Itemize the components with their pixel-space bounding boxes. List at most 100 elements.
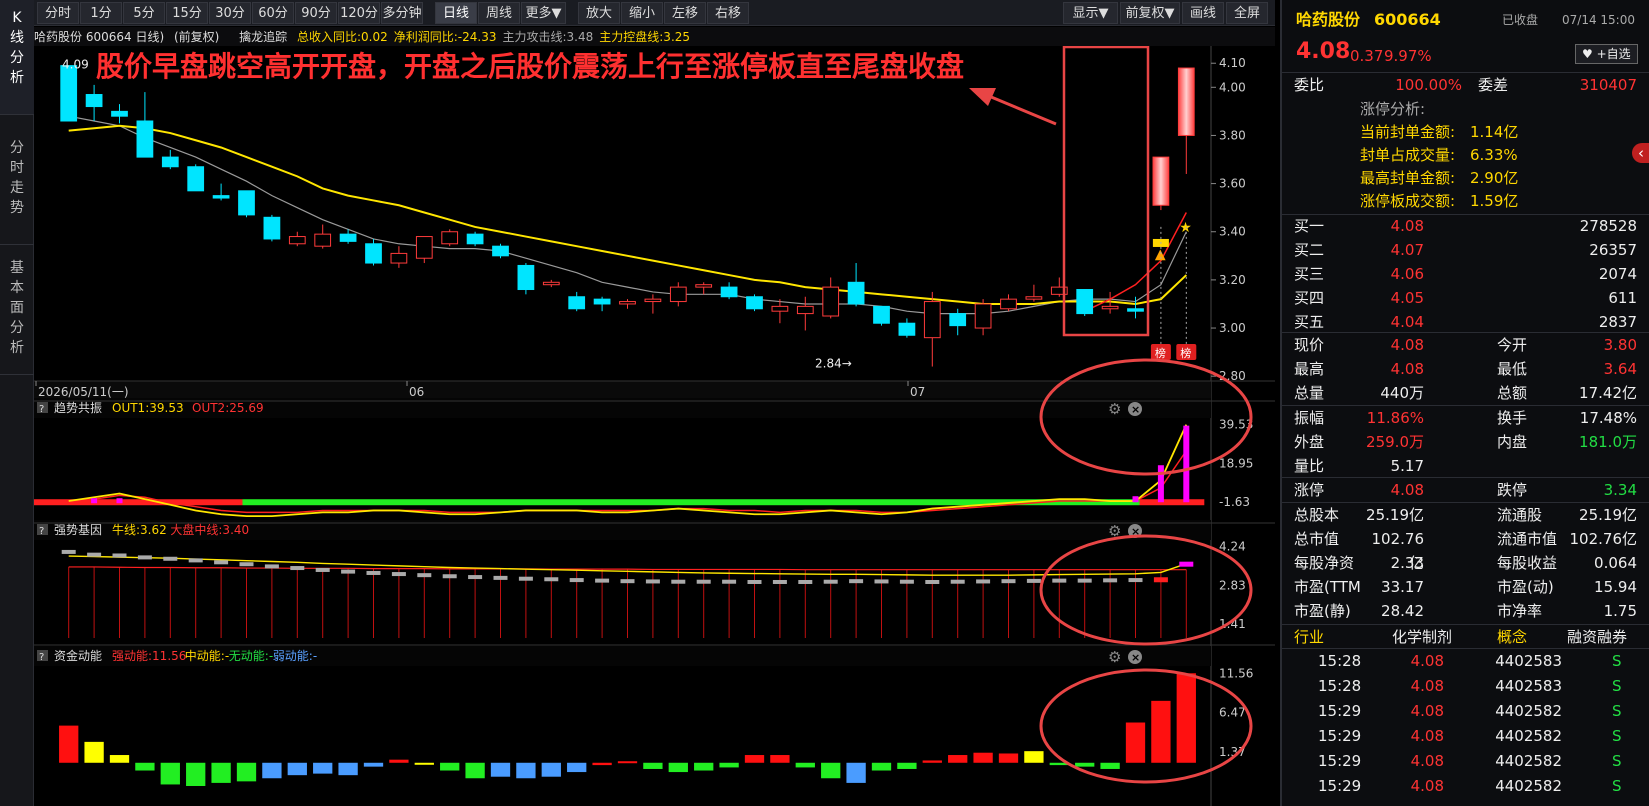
toolbar-button-12[interactable]: 放大	[578, 2, 620, 24]
momentum-bar	[1151, 700, 1171, 763]
toolbar-button-6[interactable]: 90分	[295, 2, 337, 24]
gene-mark	[188, 558, 203, 563]
gene-mark	[925, 579, 940, 584]
tick-time: 15:29	[1318, 702, 1362, 720]
toolbar-button-7[interactable]: 120分	[338, 2, 380, 24]
momentum-bar	[414, 762, 434, 765]
chart-info-bar: 哈药股份 600664 日线) (前复权) 擒龙追踪 总收入同比:0.02 净利润…	[34, 27, 1275, 47]
limit-label: 涨停板成交额:	[1360, 192, 1456, 210]
limit-analysis-row: 当前封单金额: 1.14亿	[1282, 120, 1649, 142]
toolbar-button-13[interactable]: 缩小	[621, 2, 663, 24]
indicator-value: 总收入同比:0.02	[297, 30, 388, 44]
toolbar-button-11[interactable]: 更多▼	[521, 2, 566, 24]
tag-2[interactable]: 概念	[1497, 625, 1527, 649]
bid-volume: 2074	[1598, 265, 1637, 283]
momentum-bar	[1024, 751, 1044, 763]
gear-icon[interactable]: ⚙	[1108, 400, 1121, 418]
toolbar-button-14[interactable]: 左移	[664, 2, 706, 24]
left-tab-char: 时	[10, 160, 24, 176]
price-axis-tick: 3.80	[1219, 128, 1246, 142]
momentum-bar	[490, 762, 511, 777]
bid-label: 买五	[1294, 313, 1325, 331]
bid-label: 买一	[1294, 217, 1325, 235]
gene-mark	[950, 579, 965, 584]
x-axis-label: 07	[910, 385, 925, 399]
gear-icon[interactable]: ⚙	[1108, 648, 1121, 666]
gene-mark	[722, 579, 737, 584]
left-tab-2[interactable]: 分时走势	[0, 130, 34, 245]
weicha-value: 310407	[1579, 76, 1637, 94]
tag-1[interactable]: 化学制剂	[1392, 625, 1452, 649]
tick-row: 15:29 4.08 4402582 S	[1282, 774, 1649, 799]
left-tab-char: 分	[10, 50, 24, 66]
indicator-axis-tick: 11.56	[1219, 666, 1253, 680]
left-tab-3[interactable]: 基本面分析	[0, 250, 34, 375]
momentum-bar	[109, 755, 130, 763]
gene-mark	[747, 579, 762, 584]
indicator-name[interactable]: 擒龙追踪	[239, 30, 287, 44]
gene-mark	[366, 570, 381, 575]
candle[interactable]	[517, 263, 535, 295]
candle[interactable]	[187, 164, 205, 192]
toolbar-button-2[interactable]: 5分	[123, 2, 165, 24]
tick-side: S	[1612, 677, 1622, 695]
limit-up-label: 涨停	[1294, 481, 1325, 499]
toolbar-button-8[interactable]: 多分钟	[381, 2, 423, 24]
candle[interactable]	[1152, 156, 1170, 211]
tick-side: S	[1612, 752, 1622, 770]
stat-value: 1.75	[1603, 602, 1637, 620]
toolbar-button-0[interactable]: 分时	[37, 2, 79, 24]
toolbar-button-10[interactable]: 周线	[478, 2, 520, 24]
toolbar-button-1[interactable]: 1分	[80, 2, 122, 24]
gene-mark	[214, 560, 229, 565]
tick-volume: 4402582	[1495, 752, 1562, 770]
gene-mark	[620, 579, 635, 584]
svg-text:?: ?	[39, 526, 44, 537]
momentum-bar	[998, 753, 1019, 763]
candle[interactable]	[492, 243, 509, 259]
momentum-bar	[821, 762, 841, 779]
candle[interactable]	[873, 305, 890, 326]
collapse-arrow-icon[interactable]: ‹	[1632, 143, 1649, 163]
toolbar-button-4[interactable]: 30分	[209, 2, 251, 24]
toolbar-right-button-3[interactable]: 全屏	[1226, 2, 1268, 24]
tag-0[interactable]: 行业	[1294, 625, 1324, 649]
candle[interactable]	[1076, 289, 1094, 316]
toolbar-button-3[interactable]: 15分	[166, 2, 208, 24]
candle[interactable]	[263, 214, 281, 242]
left-tab-1[interactable]: K线分析	[0, 0, 34, 115]
toolbar-button-5[interactable]: 60分	[252, 2, 294, 24]
momentum-bar	[719, 762, 739, 768]
toolbar-right-button-1[interactable]: 前复权▼	[1120, 2, 1180, 24]
toolbar-button-9[interactable]: 日线	[435, 2, 477, 24]
stat-value: 17.48%	[1579, 409, 1637, 427]
bid-label: 买四	[1294, 289, 1325, 307]
momentum-bar	[973, 752, 993, 763]
candle[interactable]	[60, 65, 78, 122]
ranking-badge[interactable]: 榜	[1150, 344, 1171, 360]
gene-mark	[849, 579, 864, 584]
tag-3[interactable]: 融资融券	[1567, 625, 1627, 649]
toolbar-right-button-2[interactable]: 画线	[1182, 2, 1224, 24]
stat-value: 3.64	[1603, 360, 1637, 378]
add-watchlist-button[interactable]: ♥ +自选	[1575, 44, 1638, 64]
stat-label: 总量	[1294, 384, 1325, 402]
left-tab-char: 基	[10, 260, 24, 276]
bid-price: 4.08	[1390, 217, 1424, 235]
toolbar-button-15[interactable]: 右移	[707, 2, 749, 24]
stat-value: 259.0万	[1366, 433, 1424, 451]
indicator-legend: 强动能:11.56	[112, 649, 186, 663]
toolbar-right-button-0[interactable]: 显示▼	[1063, 2, 1118, 24]
candle[interactable]	[746, 294, 763, 312]
bid-price: 4.04	[1390, 313, 1424, 331]
momentum-bar	[313, 762, 333, 774]
limit-down-label: 跌停	[1497, 481, 1528, 499]
ranking-badge[interactable]: 榜	[1176, 344, 1197, 360]
stat-row: 每股净资 2.33 每股收益 0.064	[1282, 551, 1649, 575]
stat-label: 现价	[1294, 336, 1325, 354]
momentum-bar	[135, 762, 155, 771]
candle[interactable]	[238, 190, 255, 218]
chart-area[interactable]: 2026/05/11(一) 06 07 4.10 4.00 3.80 3.60 3.40 3.2…	[34, 46, 1275, 806]
candle[interactable]	[466, 231, 484, 247]
candle[interactable]	[441, 229, 459, 247]
